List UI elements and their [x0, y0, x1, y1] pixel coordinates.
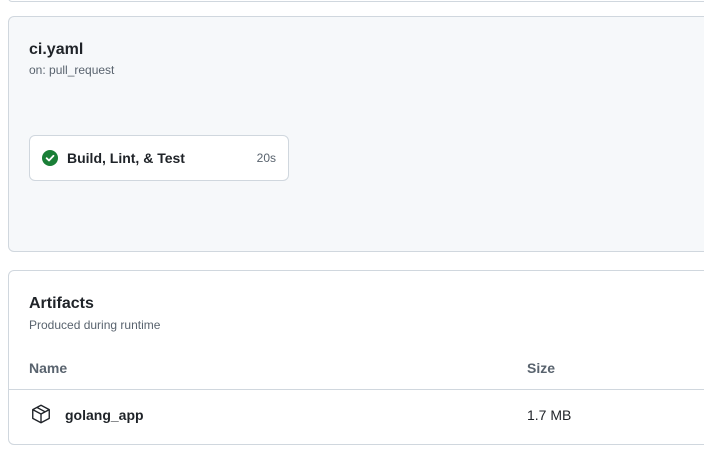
- column-header-size: Size: [527, 360, 556, 376]
- workflow-graph-panel: ci.yaml on: pull_request Build, Lint, & …: [8, 16, 704, 252]
- artifacts-table-header: Name Size: [9, 349, 704, 390]
- artifact-download-link[interactable]: golang_app: [65, 407, 144, 423]
- workflow-file-name: ci.yaml: [29, 41, 84, 58]
- job-duration: 20s: [256, 151, 276, 165]
- artifact-size: 1.7 MB: [527, 407, 572, 423]
- artifacts-subtitle: Produced during runtime: [29, 318, 161, 332]
- package-icon: [32, 404, 50, 424]
- job-card-build-lint-test[interactable]: Build, Lint, & Test 20s: [29, 135, 289, 181]
- table-row: golang_app 1.7 MB: [9, 390, 704, 444]
- check-circle-fill-icon: [42, 150, 58, 166]
- previous-panel-edge: [8, 0, 704, 2]
- artifacts-panel: Artifacts Produced during runtime Name S…: [8, 270, 704, 445]
- column-header-name: Name: [29, 360, 68, 376]
- job-name: Build, Lint, & Test: [67, 150, 185, 166]
- artifacts-title: Artifacts: [29, 295, 94, 312]
- workflow-trigger: on: pull_request: [29, 63, 115, 77]
